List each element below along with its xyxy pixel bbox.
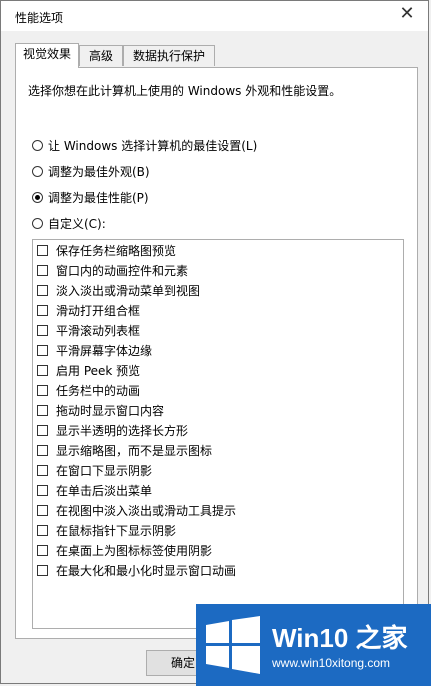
checkbox-label: 在单击后淡出菜单: [56, 483, 153, 498]
checkbox-label: 显示缩略图，而不是显示图标: [56, 443, 213, 458]
checkbox-icon: [37, 304, 48, 316]
checkbox-label: 在视图中淡入淡出或滑动工具提示: [56, 503, 237, 518]
checkbox-icon: [37, 484, 48, 496]
checkbox-icon: [37, 364, 48, 376]
checkbox-label: 显示半透明的选择长方形: [56, 423, 189, 438]
checkbox-icon: [37, 524, 48, 536]
checkbox-label: 淡入淡出或滑动菜单到视图: [56, 283, 201, 298]
checkbox-icon: [37, 464, 48, 476]
window-title: 性能选项: [15, 11, 64, 25]
list-item-checkbox[interactable]: 在桌面上为图标标签使用阴影: [37, 541, 212, 559]
watermark-brand: Win10 之家: [272, 623, 408, 653]
checkbox-label: 滑动打开组合框: [56, 303, 141, 318]
list-item-checkbox[interactable]: 平滑屏幕字体边缘: [37, 341, 152, 359]
checkbox-icon: [37, 244, 48, 256]
checkbox-label: 启用 Peek 预览: [56, 363, 141, 378]
tab-label: 视觉效果: [22, 47, 71, 61]
ok-button-label: 确定: [170, 656, 195, 670]
list-item-checkbox[interactable]: 启用 Peek 预览: [37, 361, 140, 379]
tab-visual-effects[interactable]: 视觉效果: [15, 43, 79, 68]
checkbox-label: 在桌面上为图标标签使用阴影: [56, 543, 213, 558]
list-item-checkbox[interactable]: 任务栏中的动画: [37, 381, 140, 399]
close-icon[interactable]: ✕: [394, 3, 420, 25]
checkbox-label: 拖动时显示窗口内容: [56, 403, 165, 418]
radio-label: 自定义(C):: [48, 216, 106, 231]
list-item-checkbox[interactable]: 在单击后淡出菜单: [37, 481, 152, 499]
radio-best-appearance[interactable]: 调整为最佳外观(B): [32, 162, 150, 180]
list-item-checkbox[interactable]: 在视图中淡入淡出或滑动工具提示: [37, 501, 236, 519]
tab-label: 高级: [88, 49, 113, 63]
radio-let-windows-choose[interactable]: 让 Windows 选择计算机的最佳设置(L): [32, 136, 257, 154]
list-item-checkbox[interactable]: 滑动打开组合框: [37, 301, 140, 319]
win10-watermark: Win10 之家 www.win10xitong.com: [196, 604, 431, 686]
checkbox-label: 在最大化和最小化时显示窗口动画: [56, 563, 237, 578]
list-item-checkbox[interactable]: 在最大化和最小化时显示窗口动画: [37, 561, 236, 579]
list-item-checkbox[interactable]: 拖动时显示窗口内容: [37, 401, 164, 419]
radio-icon: [32, 139, 43, 151]
checkbox-icon: [37, 504, 48, 516]
list-item-checkbox[interactable]: 显示半透明的选择长方形: [37, 421, 188, 439]
checkbox-label: 平滑滚动列表框: [56, 323, 141, 338]
radio-icon: [32, 165, 43, 177]
tab-label: 数据执行保护: [132, 49, 205, 63]
watermark-url: www.win10xitong.com: [272, 656, 391, 670]
radio-icon: [32, 217, 43, 229]
radio-custom[interactable]: 自定义(C):: [32, 214, 106, 232]
checkbox-label: 保存任务栏缩略图预览: [56, 243, 177, 258]
checkbox-label: 任务栏中的动画: [56, 383, 141, 398]
checkbox-label: 在鼠标指针下显示阴影: [56, 523, 177, 538]
radio-label: 调整为最佳性能(P): [48, 190, 149, 205]
checkbox-label: 在窗口下显示阴影: [56, 463, 153, 478]
checkbox-icon: [37, 404, 48, 416]
tab-advanced[interactable]: 高级: [79, 45, 123, 66]
checkbox-icon: [37, 564, 48, 576]
list-item-checkbox[interactable]: 在鼠标指针下显示阴影: [37, 521, 176, 539]
checkbox-icon: [37, 284, 48, 296]
windows-logo-icon: [206, 616, 260, 674]
checkbox-icon: [37, 544, 48, 556]
description-text: 选择你想在此计算机上使用的 Windows 外观和性能设置。: [28, 84, 342, 98]
title-bar: 性能选项 ✕: [1, 1, 428, 31]
checkbox-icon: [37, 384, 48, 396]
tab-data-execution-prevention[interactable]: 数据执行保护: [123, 45, 215, 66]
visual-effects-list[interactable]: 保存任务栏缩略图预览 窗口内的动画控件和元素 淡入淡出或滑动菜单到视图 滑动打开…: [32, 239, 404, 629]
radio-label: 让 Windows 选择计算机的最佳设置(L): [48, 138, 258, 153]
radio-selected-icon: [32, 191, 43, 203]
checkbox-icon: [37, 264, 48, 276]
list-item-checkbox[interactable]: 平滑滚动列表框: [37, 321, 140, 339]
checkbox-icon: [37, 444, 48, 456]
list-item-checkbox[interactable]: 在窗口下显示阴影: [37, 461, 152, 479]
radio-best-performance[interactable]: 调整为最佳性能(P): [32, 188, 149, 206]
list-item-checkbox[interactable]: 窗口内的动画控件和元素: [37, 261, 188, 279]
checkbox-label: 平滑屏幕字体边缘: [56, 343, 153, 358]
performance-options-dialog: 性能选项 ✕ 视觉效果 高级 数据执行保护 选择你想在此计算机上使用的 Wind…: [0, 0, 429, 684]
list-item-checkbox[interactable]: 保存任务栏缩略图预览: [37, 241, 176, 259]
checkbox-label: 窗口内的动画控件和元素: [56, 263, 189, 278]
checkbox-icon: [37, 324, 48, 336]
list-item-checkbox[interactable]: 显示缩略图，而不是显示图标: [37, 441, 212, 459]
list-item-checkbox[interactable]: 淡入淡出或滑动菜单到视图: [37, 281, 200, 299]
checkbox-icon: [37, 344, 48, 356]
checkbox-icon: [37, 424, 48, 436]
radio-label: 调整为最佳外观(B): [48, 164, 150, 179]
visual-effects-panel: 选择你想在此计算机上使用的 Windows 外观和性能设置。 让 Windows…: [15, 67, 418, 639]
